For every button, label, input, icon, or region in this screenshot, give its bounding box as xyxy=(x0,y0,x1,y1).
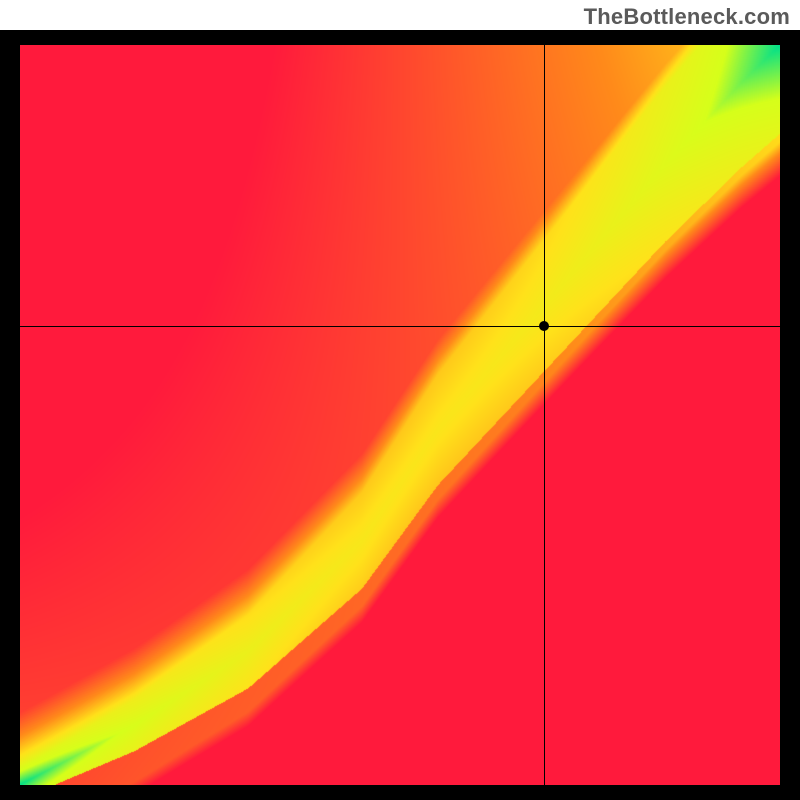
data-point-marker xyxy=(539,321,549,331)
heatmap-canvas xyxy=(20,45,780,785)
chart-container: TheBottleneck.com xyxy=(0,0,800,800)
chart-frame xyxy=(0,30,800,800)
heatmap-plot xyxy=(20,45,780,785)
crosshair-horizontal xyxy=(20,326,780,327)
brand-watermark: TheBottleneck.com xyxy=(584,4,790,30)
crosshair-vertical xyxy=(544,45,545,785)
